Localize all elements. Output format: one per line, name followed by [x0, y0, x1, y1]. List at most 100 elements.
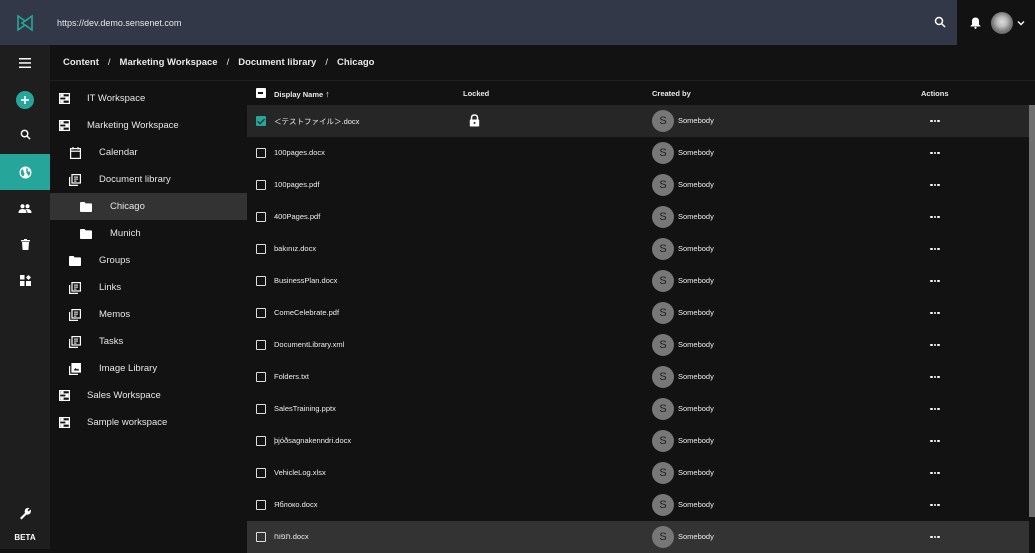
row-checkbox[interactable] — [256, 372, 266, 382]
row-checkbox[interactable] — [256, 340, 266, 350]
row-checkbox[interactable] — [256, 308, 266, 318]
more-actions-icon[interactable] — [927, 433, 943, 449]
tree-item[interactable]: Sample workspace — [50, 409, 247, 436]
repository-url[interactable]: https://dev.demo.sensenet.com — [57, 18, 181, 28]
table-row[interactable]: תפוח.docx S Somebody — [247, 521, 1029, 553]
tree-item[interactable]: Memos — [50, 301, 247, 328]
row-checkbox[interactable] — [256, 244, 266, 254]
file-name[interactable]: SalesTraining.pptx — [274, 404, 336, 413]
hamburger-icon[interactable] — [0, 45, 50, 81]
select-all-checkbox[interactable] — [256, 88, 266, 98]
tree-item[interactable]: Groups — [50, 247, 247, 274]
file-name[interactable]: 100pages.docx — [274, 148, 325, 157]
tree-item[interactable]: Document library — [50, 166, 247, 193]
more-actions-icon[interactable] — [927, 497, 943, 513]
file-name[interactable]: 100pages.pdf — [274, 180, 319, 189]
table-row[interactable]: SalesTraining.pptx S Somebody — [247, 393, 1029, 425]
more-actions-icon[interactable] — [927, 465, 943, 481]
tree-item[interactable]: Image Library — [50, 355, 247, 382]
breadcrumb-item-current[interactable]: Chicago — [337, 57, 374, 68]
more-actions-icon[interactable] — [927, 273, 943, 289]
row-checkbox[interactable] — [256, 404, 266, 414]
more-actions-icon[interactable] — [927, 145, 943, 161]
row-checkbox[interactable] — [256, 212, 266, 222]
tree-item-label: Memos — [99, 309, 131, 320]
file-name[interactable]: bakınız.docx — [274, 244, 316, 253]
row-checkbox[interactable] — [256, 148, 266, 158]
breadcrumb-item[interactable]: Content — [63, 57, 99, 68]
row-checkbox[interactable] — [256, 180, 266, 190]
sensenet-logo-icon[interactable] — [0, 0, 50, 45]
more-actions-icon[interactable] — [927, 369, 943, 385]
tree-item[interactable]: IT Workspace — [50, 85, 247, 112]
scrollbar[interactable] — [1029, 105, 1035, 517]
search-icon[interactable] — [931, 13, 949, 31]
table-row[interactable]: ＜テストファイル＞.docx S Somebody — [247, 105, 1029, 137]
table-row[interactable]: 100pages.docx S Somebody — [247, 137, 1029, 169]
row-checkbox[interactable] — [256, 468, 266, 478]
tree-item[interactable]: Calendar — [50, 139, 247, 166]
breadcrumb-item[interactable]: Marketing Workspace — [120, 57, 218, 68]
folder-icon — [80, 228, 92, 240]
search-icon[interactable] — [0, 116, 50, 152]
chevron-down-icon[interactable] — [1016, 18, 1026, 28]
file-name[interactable]: ComeCelebrate.pdf — [274, 308, 339, 317]
tree-item[interactable]: Chicago — [50, 193, 247, 220]
people-icon[interactable] — [0, 190, 50, 226]
table-row[interactable]: ComeCelebrate.pdf S Somebody — [247, 297, 1029, 329]
trash-icon[interactable] — [0, 226, 50, 262]
created-by: Somebody — [678, 436, 714, 445]
table-row[interactable]: VehicleLog.xlsx S Somebody — [247, 457, 1029, 489]
table-row[interactable]: DocumentLibrary.xml S Somebody — [247, 329, 1029, 361]
more-actions-icon[interactable] — [927, 305, 943, 321]
more-actions-icon[interactable] — [927, 209, 943, 225]
tree-item[interactable]: Tasks — [50, 328, 247, 355]
globe-icon[interactable] — [0, 154, 50, 190]
row-checkbox[interactable] — [256, 436, 266, 446]
tree-item[interactable]: Marketing Workspace — [50, 112, 247, 139]
file-name[interactable]: ＜テストファイル＞.docx — [274, 116, 359, 127]
avatar: S — [652, 494, 674, 516]
file-name[interactable]: BusinessPlan.docx — [274, 276, 337, 285]
more-actions-icon[interactable] — [927, 177, 943, 193]
wrench-icon[interactable] — [0, 495, 50, 531]
user-avatar[interactable] — [991, 11, 1013, 34]
breadcrumb-item[interactable]: Document library — [238, 57, 316, 68]
table-row[interactable]: bakınız.docx S Somebody — [247, 233, 1029, 265]
column-locked[interactable]: Locked — [463, 89, 489, 98]
file-name[interactable]: 400Pages.pdf — [274, 212, 320, 221]
table-row[interactable]: þjóðsagnakenndri.docx S Somebody — [247, 425, 1029, 457]
table-row[interactable]: 400Pages.pdf S Somebody — [247, 201, 1029, 233]
table-row[interactable]: BusinessPlan.docx S Somebody — [247, 265, 1029, 297]
bell-icon[interactable] — [968, 16, 982, 30]
tree-item[interactable]: Links — [50, 274, 247, 301]
created-by: Somebody — [678, 468, 714, 477]
more-actions-icon[interactable] — [927, 337, 943, 353]
file-name[interactable]: תפוח.docx — [274, 532, 309, 541]
table-row[interactable]: Folders.txt S Somebody — [247, 361, 1029, 393]
file-name[interactable]: Folders.txt — [274, 372, 309, 381]
column-created-by[interactable]: Created by — [652, 89, 691, 98]
more-actions-icon[interactable] — [927, 529, 943, 545]
file-name[interactable]: Яблоко.docx — [274, 500, 317, 509]
add-button[interactable] — [0, 82, 50, 118]
row-checkbox[interactable] — [256, 532, 266, 542]
more-actions-icon[interactable] — [927, 241, 943, 257]
tree-item[interactable]: Sales Workspace — [50, 382, 247, 409]
row-checkbox[interactable] — [256, 500, 266, 510]
row-checkbox[interactable] — [256, 116, 266, 126]
file-name[interactable]: VehicleLog.xlsx — [274, 468, 326, 477]
tree-item-label: Munich — [110, 228, 141, 239]
column-display-name[interactable]: Display Name ↑ — [274, 89, 330, 99]
file-name[interactable]: DocumentLibrary.xml — [274, 340, 344, 349]
more-actions-icon[interactable] — [927, 113, 943, 129]
created-by: Somebody — [678, 212, 714, 221]
table-row[interactable]: Яблоко.docx S Somebody — [247, 489, 1029, 521]
table-row[interactable]: 100pages.pdf S Somebody — [247, 169, 1029, 201]
tree-item[interactable]: Munich — [50, 220, 247, 247]
more-actions-icon[interactable] — [927, 401, 943, 417]
file-name[interactable]: þjóðsagnakenndri.docx — [274, 436, 351, 445]
row-checkbox[interactable] — [256, 276, 266, 286]
widgets-icon[interactable] — [0, 262, 50, 298]
tree-item-label: IT Workspace — [87, 93, 146, 104]
